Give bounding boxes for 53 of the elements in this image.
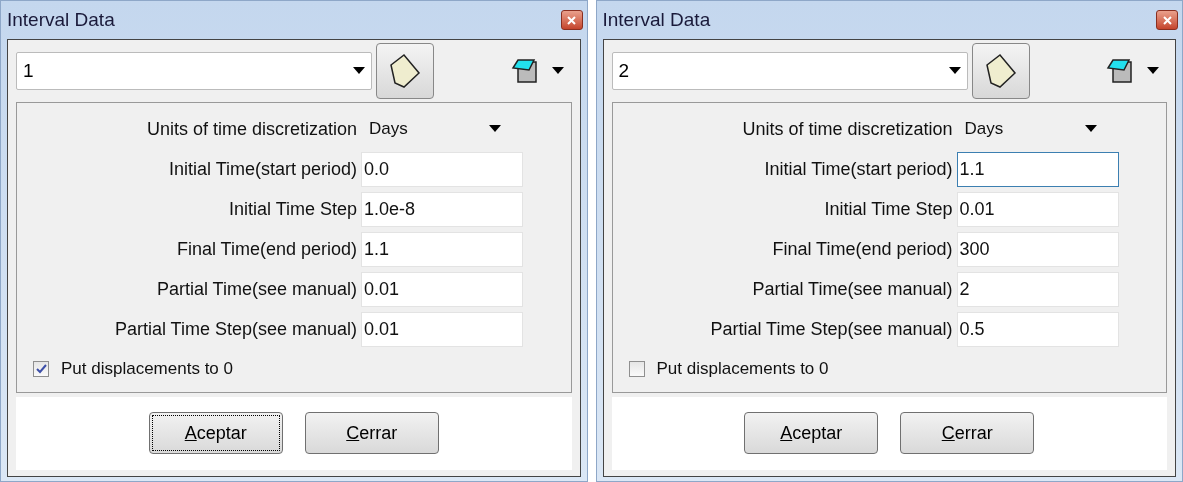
menu-caret-icon: [551, 67, 564, 75]
paper-icon: [983, 53, 1018, 89]
note-button[interactable]: [376, 43, 434, 99]
field-label: Final Time(end period): [771, 238, 953, 261]
input-field[interactable]: 0.01: [956, 192, 1119, 227]
check-icon: [35, 363, 47, 374]
dialog-button[interactable]: Aceptar: [744, 412, 879, 455]
close-icon: [567, 15, 576, 25]
close-button[interactable]: [1156, 10, 1178, 30]
units-dropdown[interactable]: Days: [956, 116, 1097, 142]
caret-icon: [353, 67, 365, 75]
input-field[interactable]: 1.0e-8: [361, 192, 523, 227]
checkbox-label: Put displacements to 0: [61, 358, 233, 380]
field-label: Units of time discretization: [145, 117, 357, 141]
field-label: Final Time(end period): [175, 238, 357, 261]
checkbox[interactable]: [33, 360, 49, 377]
window-title: Interval Data: [7, 7, 115, 32]
window-title: Interval Data: [602, 7, 711, 32]
field-label: Initial Time Step: [823, 198, 953, 221]
notebook-icon[interactable]: [1105, 56, 1135, 86]
interval-dropdown[interactable]: 2: [611, 52, 968, 90]
dialog-button[interactable]: Aceptar: [148, 412, 283, 455]
interval-dropdown[interactable]: 1: [16, 52, 372, 90]
field-label: Units of time discretization: [741, 117, 953, 141]
field-label: Initial Time(start period): [167, 158, 357, 181]
input-field[interactable]: 0.0: [361, 152, 523, 187]
checkbox[interactable]: [628, 360, 645, 377]
note-button[interactable]: [971, 43, 1030, 99]
dialog-button[interactable]: Cerrar: [304, 412, 439, 455]
caret-icon: [948, 67, 961, 75]
field-label: Initial Time Step: [227, 198, 357, 221]
dialog-button[interactable]: Cerrar: [900, 412, 1035, 455]
caret-icon: [489, 125, 501, 133]
field-label: Partial Time(see manual): [751, 278, 953, 301]
input-field[interactable]: 0.01: [361, 312, 523, 347]
input-field[interactable]: 1.1: [956, 152, 1119, 187]
field-label: Partial Time Step(see manual): [709, 318, 953, 341]
field-label: Partial Time Step(see manual): [113, 318, 357, 341]
close-button[interactable]: [560, 10, 583, 30]
input-field[interactable]: 2: [956, 272, 1119, 307]
notebook-icon[interactable]: [509, 56, 540, 86]
checkbox-label: Put displacements to 0: [656, 358, 829, 380]
input-field[interactable]: 1.1: [361, 232, 523, 267]
units-dropdown[interactable]: Days: [361, 116, 501, 142]
field-label: Initial Time(start period): [763, 158, 953, 181]
input-field[interactable]: 0.01: [361, 272, 523, 307]
caret-icon: [1084, 125, 1097, 133]
field-label: Partial Time(see manual): [155, 278, 357, 301]
input-field[interactable]: 300: [956, 232, 1119, 267]
paper-icon: [388, 53, 422, 89]
menu-caret-icon: [1147, 67, 1159, 75]
input-field[interactable]: 0.5: [956, 312, 1119, 347]
close-icon: [1162, 15, 1172, 25]
